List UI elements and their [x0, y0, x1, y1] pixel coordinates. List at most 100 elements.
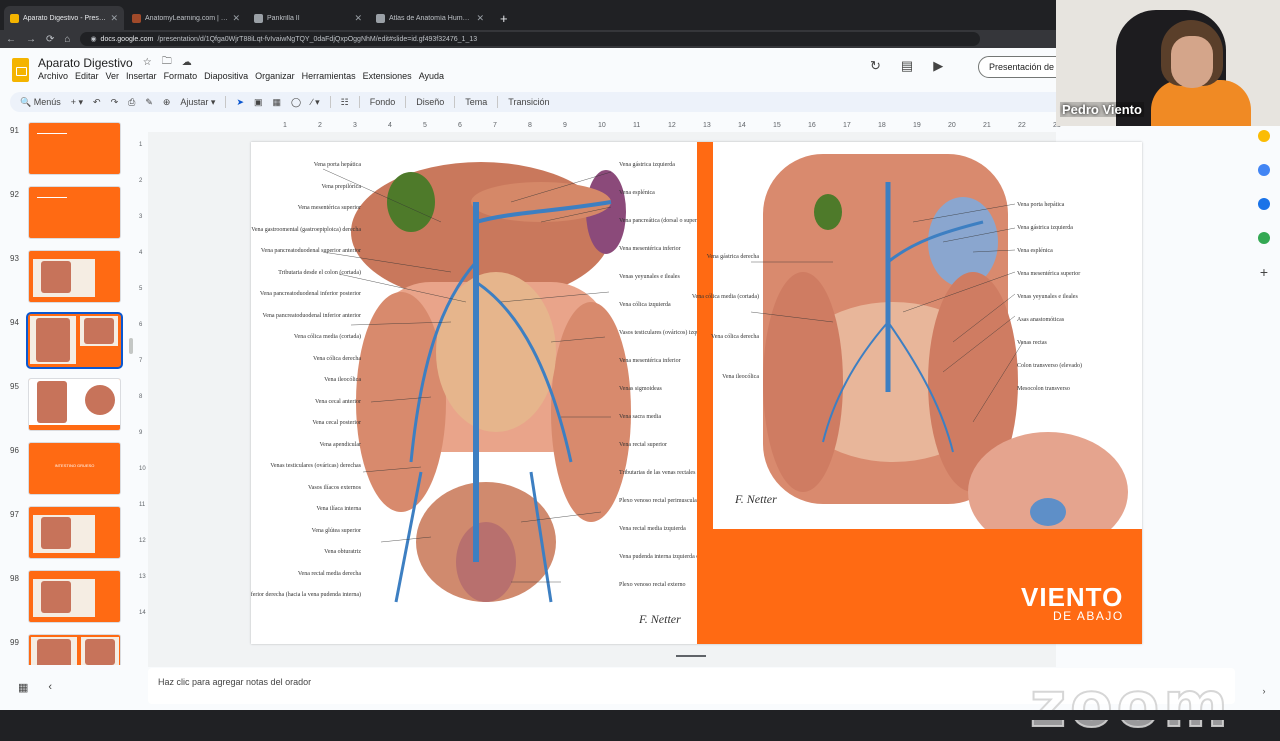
slide-thumbnail[interactable] [28, 634, 121, 665]
filmstrip-item[interactable]: 93 [0, 250, 134, 308]
slides-logo-icon[interactable] [12, 58, 29, 82]
slide-thumbnail[interactable] [28, 250, 121, 303]
filmstrip-scrollbar[interactable] [129, 338, 133, 354]
ruler-tick-label: 1 [139, 142, 143, 148]
layout-button[interactable]: Diseño [416, 97, 444, 107]
anatomy-label: Vena pancreatoduodenal superior anterior [260, 248, 361, 254]
tab-close-icon[interactable]: ✕ [476, 13, 484, 24]
menu-item[interactable]: Editar [75, 71, 104, 81]
home-icon[interactable]: ⌂ [64, 34, 70, 45]
ruler-tick-label: 13 [139, 574, 146, 580]
menu-item[interactable]: Insertar [126, 71, 162, 81]
menu-bar: Archivo Editar Ver Insertar Formato Diapositi… [38, 71, 451, 81]
anatomy-label: Venas sigmoideas [619, 386, 662, 392]
anatomy-label: Vena mesentérica inferior [619, 246, 681, 252]
meet-icon[interactable]: ▶ [933, 58, 943, 74]
star-icon[interactable]: ☆ [143, 57, 152, 68]
keep-icon[interactable] [1258, 130, 1270, 142]
menu-item[interactable]: Herramientas [302, 71, 361, 81]
filmstrip-item[interactable]: 91 [0, 122, 134, 180]
tab-close-icon[interactable]: ✕ [354, 13, 362, 24]
transition-button[interactable]: Transición [508, 97, 549, 107]
slide-thumbnail[interactable]: INTESTINO GRUESO [28, 442, 121, 495]
redo-icon[interactable]: ↷ [111, 97, 119, 108]
filmstrip-item[interactable]: 96 INTESTINO GRUESO [0, 442, 134, 500]
tab-close-icon[interactable]: ✕ [232, 13, 240, 24]
site-info-icon[interactable]: ◉ [90, 35, 96, 43]
browser-tab[interactable]: Atlas de Anatomía Humana Nett✕ [370, 6, 490, 30]
forward-icon[interactable]: → [26, 34, 36, 45]
menu-item[interactable]: Organizar [255, 71, 300, 81]
move-folder-icon[interactable]: 🗀 [162, 54, 172, 71]
menu-item[interactable]: Extensiones [363, 71, 417, 81]
reload-icon[interactable]: ⟳ [46, 34, 54, 45]
tab-close-icon[interactable]: ✕ [110, 13, 118, 24]
anatomy-label: Venas yeyunales e ileales [1017, 294, 1078, 300]
document-title[interactable]: Aparato Digestivo [38, 56, 133, 70]
browser-tab[interactable]: Aparato Digestivo - Presentación✕ [4, 6, 124, 30]
browser-tab[interactable]: AnatomyLearning.com | WebGL ✕ [126, 6, 246, 30]
expand-panel-icon[interactable]: › [1258, 685, 1270, 697]
slide-thumbnail[interactable] [28, 122, 121, 175]
browser-tab[interactable]: Pankrilla II ✕ [248, 6, 368, 30]
collapse-filmstrip-icon[interactable]: ‹ [48, 681, 52, 694]
filmstrip-item[interactable]: 98 [0, 570, 134, 628]
notes-resize-handle[interactable] [676, 655, 706, 657]
anatomy-label: Vena rectal superior [619, 442, 667, 448]
slide-thumbnail[interactable] [26, 312, 123, 369]
print-icon[interactable]: ⎙ [128, 97, 135, 108]
background-button[interactable]: Fondo [370, 97, 396, 107]
ruler-tick-label: 10 [598, 122, 606, 129]
paint-format-icon[interactable]: ✎ [145, 97, 153, 108]
line-icon[interactable]: ∕ ▾ [311, 97, 320, 108]
brand-logo: VIENTO DE ABAJO [1021, 582, 1124, 623]
grid-view-icon[interactable]: ▦ [18, 681, 28, 694]
slide-thumbnail[interactable] [28, 186, 121, 239]
menu-item[interactable]: Formato [164, 71, 203, 81]
slide-thumbnail[interactable] [28, 378, 121, 431]
new-tab-icon[interactable]: + [500, 11, 508, 30]
anatomy-label: Vena ileocólica [722, 374, 759, 380]
add-addon-icon[interactable]: + [1258, 265, 1270, 279]
search-menus[interactable]: 🔍 Menús [20, 97, 61, 108]
filmstrip-item[interactable]: 99 [0, 634, 134, 665]
anatomy-label: Venas testiculares (ováricas) derechas [270, 463, 361, 469]
present-button[interactable]: Presentación de [978, 56, 1068, 78]
filmstrip-item[interactable]: 97 [0, 506, 134, 564]
shape-icon[interactable]: ◯ [291, 97, 301, 108]
filmstrip-item[interactable]: 95 [0, 378, 134, 436]
menu-item[interactable]: Archivo [38, 71, 73, 81]
slide-thumbnail[interactable] [28, 570, 121, 623]
tasks-icon[interactable] [1258, 164, 1270, 176]
zoom-icon[interactable]: ⊕ [163, 97, 171, 108]
filmstrip-item[interactable]: 92 [0, 186, 134, 244]
textbox-icon[interactable]: ▣ [254, 97, 263, 108]
maps-icon[interactable] [1258, 232, 1270, 244]
history-icon[interactable]: ↻ [870, 58, 881, 74]
menu-item[interactable]: Diapositiva [204, 71, 253, 81]
filmstrip-item[interactable]: 94 [0, 312, 134, 372]
new-slide-icon[interactable]: + ▾ [71, 97, 83, 108]
image-icon[interactable]: ▦ [273, 97, 282, 108]
cloud-status-icon[interactable]: ☁ [182, 57, 192, 68]
contacts-icon[interactable] [1258, 198, 1270, 210]
anatomy-label: Vena pancreática (dorsal o superior) [619, 218, 706, 224]
select-tool-icon[interactable]: ➤ [236, 97, 244, 108]
slide-thumbnail[interactable] [28, 506, 121, 559]
ruler-tick-label: 3 [353, 122, 357, 129]
theme-button[interactable]: Tema [465, 97, 487, 107]
current-slide[interactable]: Vena porta hepática Vena prepilórica Vena … [251, 142, 1142, 644]
comment-add-icon[interactable]: ☷ [341, 97, 349, 108]
menu-item[interactable]: Ver [106, 71, 125, 81]
ruler-tick-label: 4 [139, 250, 143, 256]
ruler-tick-label: 1 [283, 122, 287, 129]
undo-icon[interactable]: ↶ [93, 97, 101, 108]
anatomy-label: Plexo venoso rectal externo [619, 582, 686, 588]
ruler-tick-label: 11 [139, 502, 146, 508]
zoom-select[interactable]: Ajustar ▾ [180, 97, 215, 108]
toolbar-divider [497, 96, 499, 108]
url-field[interactable]: ◉ docs.google.com/presentation/d/1Qfga0W… [80, 32, 981, 46]
comments-icon[interactable]: ▤ [901, 58, 913, 74]
back-icon[interactable]: ← [6, 34, 16, 45]
menu-item[interactable]: Ayuda [419, 71, 449, 81]
